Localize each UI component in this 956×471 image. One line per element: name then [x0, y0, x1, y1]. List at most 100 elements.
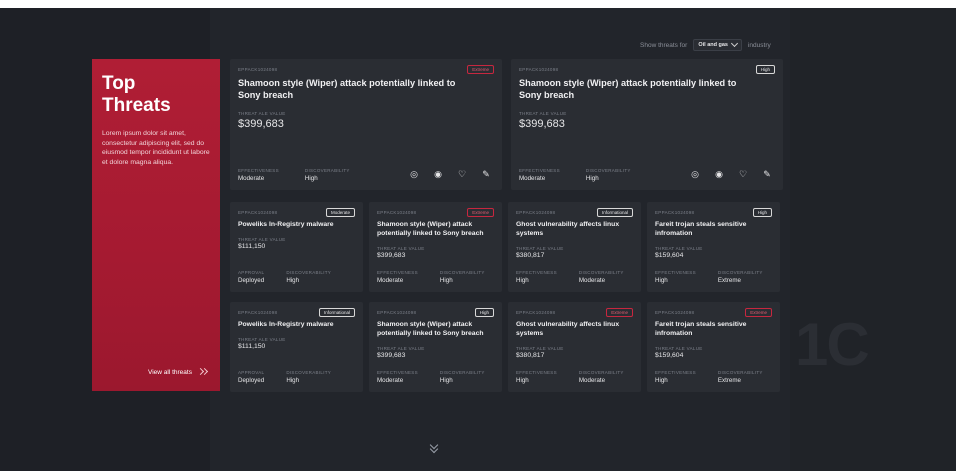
- threat-ale-label: THREAT ALE VALUE: [238, 111, 286, 116]
- threat-metrics: EFFECTIVENESS High DISCOVERABILITY Extreme: [655, 370, 763, 384]
- severity-badge: Extreme: [467, 65, 494, 74]
- discoverability-value: Moderate: [578, 377, 606, 384]
- threat-ale-value: $399,683: [519, 118, 565, 130]
- discoverability-value: High: [286, 377, 300, 384]
- discoverability-label: DISCOVERABILITY: [304, 168, 350, 173]
- discoverability-metric: DISCOVERABILITY Moderate: [579, 270, 624, 284]
- threat-ale-value: $111,150: [238, 243, 266, 250]
- hero-description: Lorem ipsum dolor sit amet, consectetur …: [102, 130, 210, 166]
- threat-ale-label: THREAT ALE VALUE: [516, 346, 564, 351]
- discoverability-value: High: [286, 277, 300, 284]
- discoverability-label: DISCOVERABILITY: [286, 370, 332, 375]
- right-panel: [790, 8, 956, 471]
- threat-metrics: EFFECTIVENESS High DISCOVERABILITY Extreme: [655, 270, 763, 284]
- heart-icon[interactable]: ♡: [456, 168, 468, 180]
- industry-filter: Show threats for Oil and gas industry: [640, 38, 771, 52]
- threat-metrics: EFFECTIVENESS Moderate DISCOVERABILITY High: [238, 168, 350, 182]
- first-metric-label: APPROVAL: [238, 370, 265, 375]
- discoverability-metric: DISCOVERABILITY Moderate: [579, 370, 624, 384]
- card-actions: ◎ ◉ ♡ ✎: [408, 168, 492, 180]
- first-metric-value: Moderate: [377, 377, 404, 384]
- view-all-threats-link[interactable]: View all threats: [148, 367, 209, 377]
- top-threats-panel: Top Threats Lorem ipsum dolor sit amet, …: [92, 59, 220, 391]
- first-metric: EFFECTIVENESS High: [516, 270, 557, 284]
- threat-ale-value: $399,683: [238, 118, 284, 130]
- threat-title: Shamoon style (Wiper) attack potentially…: [377, 321, 484, 337]
- threat-ale-label: THREAT ALE VALUE: [238, 237, 286, 242]
- threat-code: EPPACK1024098: [238, 67, 278, 72]
- severity-badge: High: [752, 208, 772, 217]
- severity-badge: Informational: [318, 308, 355, 317]
- threat-card[interactable]: EPPACK1024098 High Shamoon style (Wiper) a…: [369, 302, 502, 392]
- threat-metrics: EFFECTIVENESS High DISCOVERABILITY Moderate: [516, 370, 624, 384]
- hero-title: Top Threats: [102, 73, 171, 116]
- first-metric: EFFECTIVENESS High: [516, 370, 557, 384]
- threat-card-large[interactable]: EPPACK1024098 High Shamoon style (Wiper) a…: [511, 59, 783, 190]
- threat-metrics: EFFECTIVENESS Moderate DISCOVERABILITY High: [377, 270, 485, 284]
- discoverability-label: DISCOVERABILITY: [578, 270, 624, 275]
- edit-icon[interactable]: ✎: [761, 168, 773, 180]
- view-all-label: View all threats: [148, 368, 192, 376]
- threat-card-large[interactable]: EPPACK1024098 Extreme Shamoon style (Wiper…: [230, 59, 502, 190]
- target-icon[interactable]: ◎: [408, 168, 420, 180]
- threat-title: Ghost vulnerability affects linux system…: [516, 321, 620, 337]
- severity-badge: Extreme: [745, 308, 772, 317]
- threat-ale-label: THREAT ALE VALUE: [516, 246, 564, 251]
- industry-select-value: Oil and gas: [698, 42, 728, 48]
- effectiveness-label: EFFECTIVENESS: [238, 168, 279, 173]
- threat-title: Poweliks In-Registry malware: [238, 321, 334, 328]
- discoverability-value: Extreme: [717, 277, 741, 284]
- industry-select[interactable]: Oil and gas: [693, 39, 742, 51]
- first-metric: APPROVAL Deployed: [238, 370, 264, 384]
- threat-card[interactable]: EPPACK1024098 Informational Poweliks In-Re…: [230, 302, 363, 392]
- discoverability-label: DISCOVERABILITY: [578, 370, 624, 375]
- threat-card[interactable]: EPPACK1024098 High Fareit trojan steals se…: [647, 202, 780, 292]
- threat-ale-label: THREAT ALE VALUE: [377, 346, 425, 351]
- threat-card[interactable]: EPPACK1024098 Extreme Fareit trojan steals…: [647, 302, 780, 392]
- discoverability-value: Extreme: [717, 377, 741, 384]
- threat-ale-label: THREAT ALE VALUE: [377, 246, 425, 251]
- threat-ale-value: $380,817: [516, 352, 545, 359]
- threat-ale-label: THREAT ALE VALUE: [655, 246, 703, 251]
- threat-metrics: APPROVAL Deployed DISCOVERABILITY High: [238, 270, 331, 284]
- discoverability-value: High: [585, 175, 599, 182]
- threat-card[interactable]: EPPACK1024098 Extreme Ghost vulnerability …: [508, 302, 641, 392]
- effectiveness-value: Moderate: [519, 175, 546, 182]
- threat-title: Poweliks In-Registry malware: [238, 221, 334, 228]
- first-metric-value: High: [655, 277, 668, 284]
- edit-icon[interactable]: ✎: [480, 168, 492, 180]
- effectiveness-label: EFFECTIVENESS: [519, 168, 560, 173]
- discoverability-label: DISCOVERABILITY: [439, 270, 485, 275]
- threat-code: EPPACK1024098: [519, 67, 559, 72]
- first-metric: EFFECTIVENESS Moderate: [377, 270, 418, 284]
- severity-badge: Extreme: [606, 308, 633, 317]
- threat-metrics: APPROVAL Deployed DISCOVERABILITY High: [238, 370, 331, 384]
- discoverability-value: High: [304, 175, 318, 182]
- threat-ale-label: THREAT ALE VALUE: [519, 111, 567, 116]
- threat-title: Fareit trojan steals sensitive infromati…: [655, 221, 747, 237]
- discoverability-metric: DISCOVERABILITY High: [286, 370, 331, 384]
- discoverability-metric: DISCOVERABILITY Extreme: [718, 370, 763, 384]
- first-metric: APPROVAL Deployed: [238, 270, 264, 284]
- target-icon[interactable]: ◎: [689, 168, 701, 180]
- eye-icon[interactable]: ◉: [713, 168, 725, 180]
- threat-ale-value: $380,817: [516, 252, 545, 259]
- severity-badge: Extreme: [467, 208, 494, 217]
- threat-card[interactable]: EPPACK1024098 Moderate Poweliks In-Registr…: [230, 202, 363, 292]
- threat-ale-value: $111,150: [238, 343, 266, 350]
- first-metric: EFFECTIVENESS Moderate: [377, 370, 418, 384]
- threat-card[interactable]: EPPACK1024098 Extreme Shamoon style (Wiper…: [369, 202, 502, 292]
- threat-card[interactable]: EPPACK1024098 Informational Ghost vulnerab…: [508, 202, 641, 292]
- discoverability-value: Moderate: [578, 277, 606, 284]
- threat-metrics: EFFECTIVENESS Moderate DISCOVERABILITY High: [519, 168, 631, 182]
- effectiveness-metric: EFFECTIVENESS Moderate: [519, 168, 560, 182]
- first-metric: EFFECTIVENESS High: [655, 270, 696, 284]
- severity-badge: High: [755, 65, 775, 74]
- threat-ale-label: THREAT ALE VALUE: [238, 337, 286, 342]
- heart-icon[interactable]: ♡: [737, 168, 749, 180]
- first-metric-label: EFFECTIVENESS: [377, 270, 418, 275]
- eye-icon[interactable]: ◉: [432, 168, 444, 180]
- threat-ale-label: THREAT ALE VALUE: [655, 346, 703, 351]
- scroll-down-icon[interactable]: [429, 440, 439, 454]
- discoverability-metric: DISCOVERABILITY High: [440, 270, 485, 284]
